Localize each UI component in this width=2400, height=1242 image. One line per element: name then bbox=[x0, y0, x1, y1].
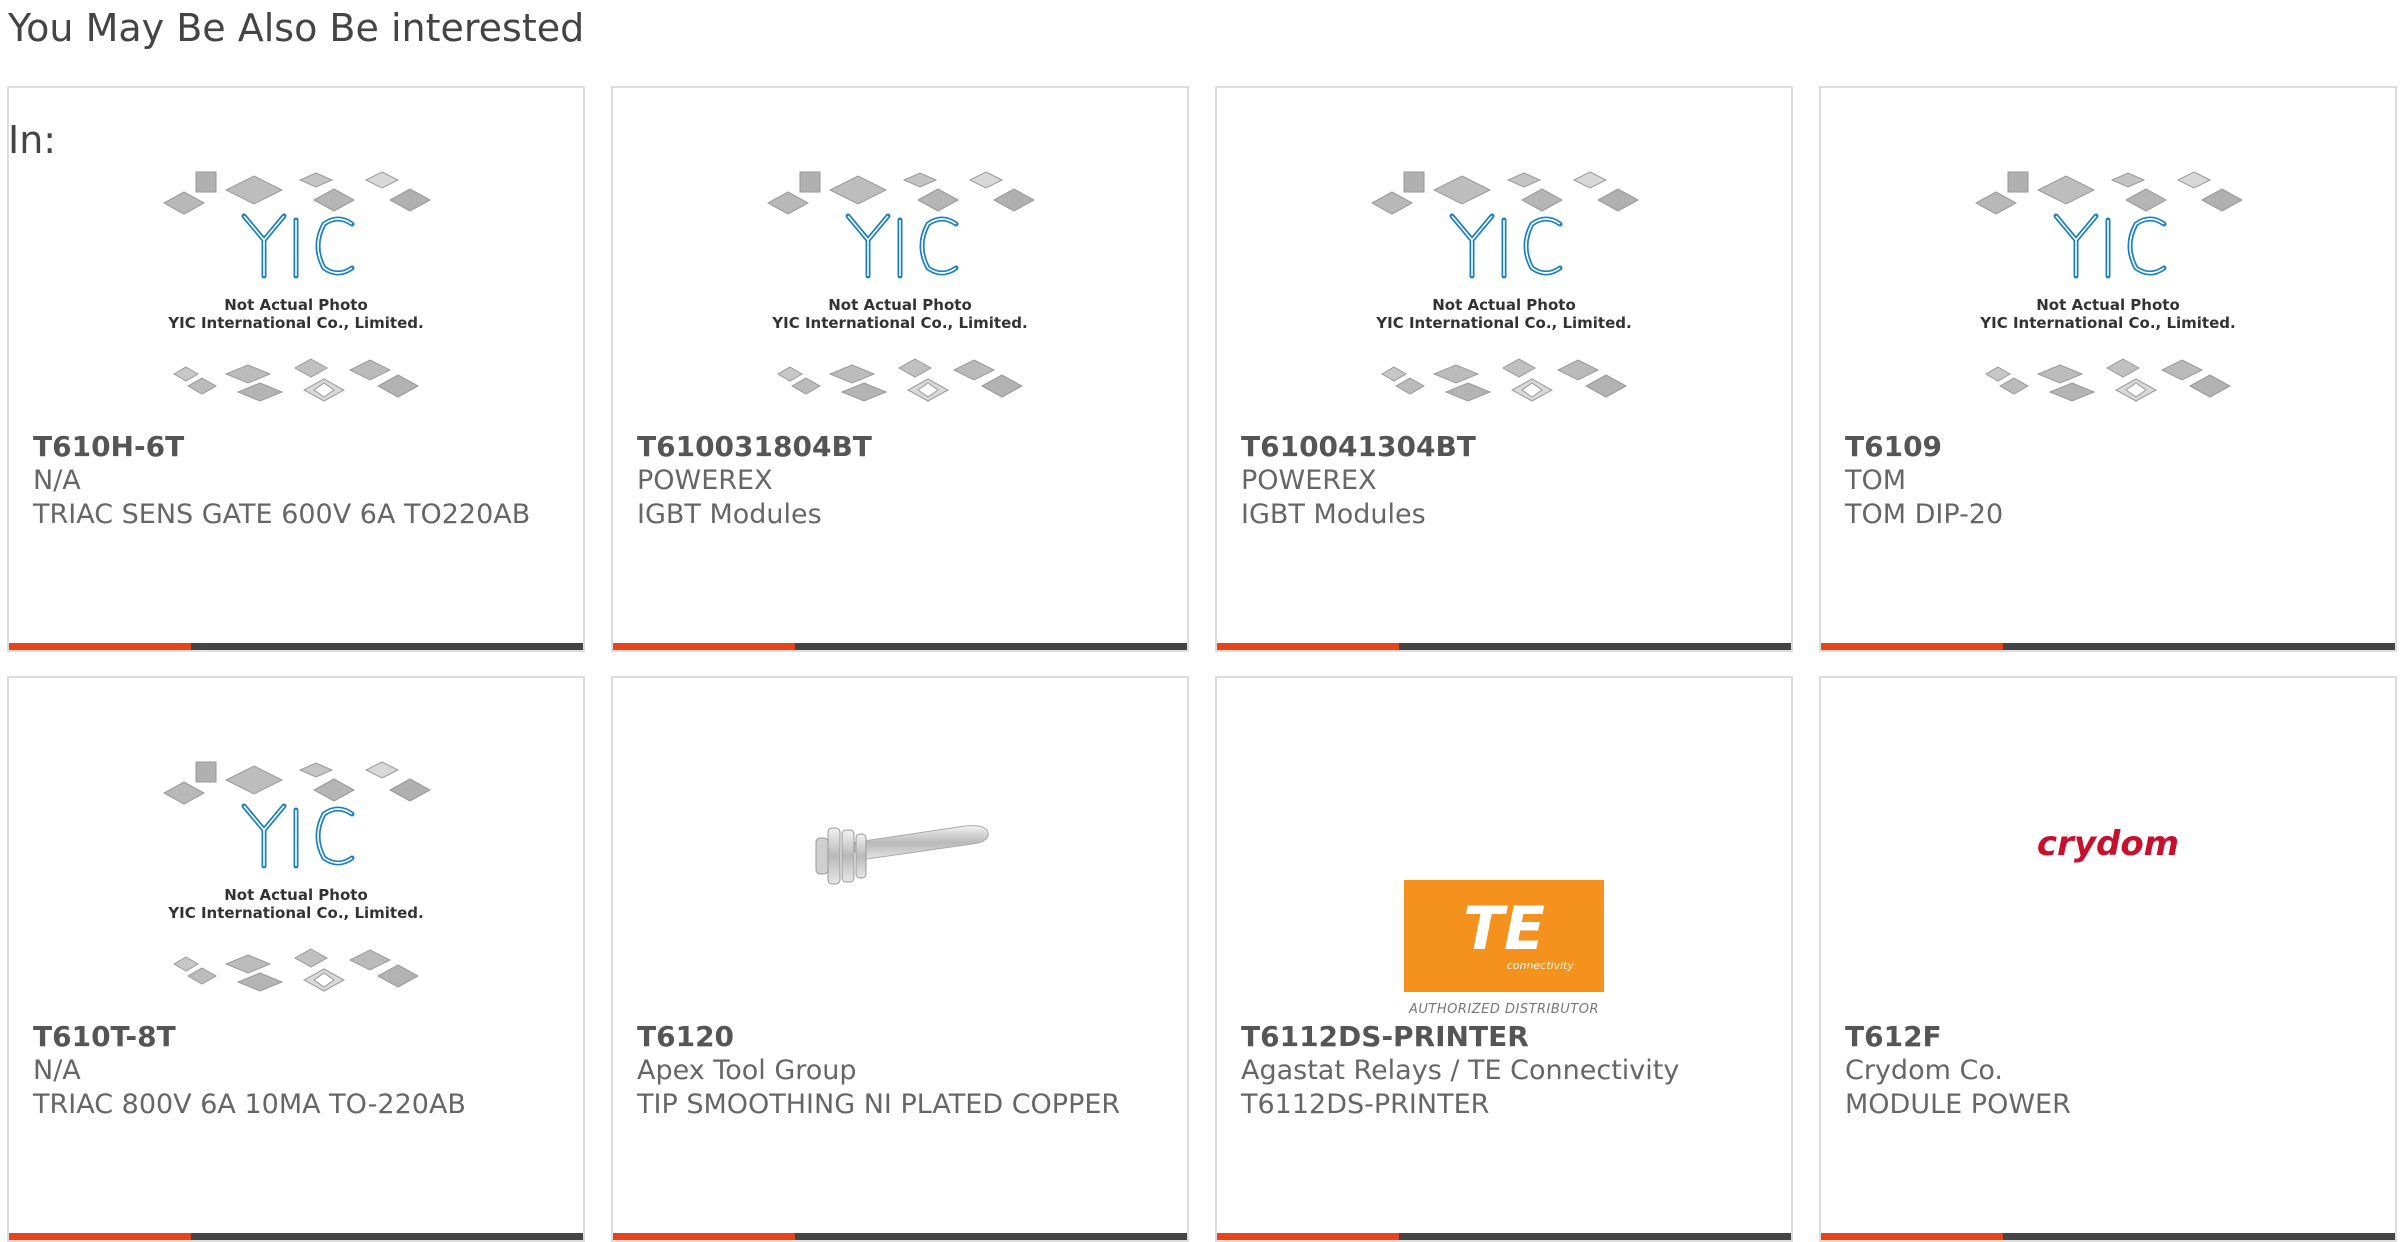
card-bottom-bar bbox=[1217, 643, 1791, 650]
product-card[interactable]: crydom T612F Crydom Co. MODULE POWER bbox=[1819, 676, 2397, 1242]
product-description: MODULE POWER bbox=[1845, 1089, 2071, 1120]
svg-text:Not Actual Photo: Not Actual Photo bbox=[828, 296, 972, 314]
svg-text:Not Actual Photo: Not Actual Photo bbox=[224, 296, 368, 314]
svg-text:YIC International Co., Limited: YIC International Co., Limited. bbox=[1979, 314, 2235, 332]
product-description: IGBT Modules bbox=[1241, 499, 1426, 530]
product-part-number[interactable]: T610T-8T bbox=[33, 1020, 553, 1054]
svg-text:Not Actual Photo: Not Actual Photo bbox=[224, 886, 368, 904]
product-manufacturer: POWEREX bbox=[1241, 465, 1377, 496]
product-grid: Not Actual Photo YIC International Co., L… bbox=[0, 0, 2400, 1242]
svg-text:YIC International Co., Limited: YIC International Co., Limited. bbox=[771, 314, 1027, 332]
product-part-number[interactable]: T6112DS-PRINTER bbox=[1241, 1020, 1761, 1054]
product-manufacturer: N/A bbox=[33, 465, 81, 496]
crydom-logo-icon: crydom bbox=[2036, 824, 2180, 864]
product-manufacturer: Crydom Co. bbox=[1845, 1055, 2003, 1086]
svg-text:YIC International Co., Limited: YIC International Co., Limited. bbox=[167, 314, 423, 332]
yic-placeholder-icon: Not Actual PhotoYIC International Co., L… bbox=[1974, 171, 2244, 402]
svg-text:YIC International Co., Limited: YIC International Co., Limited. bbox=[1375, 314, 1631, 332]
product-description: TIP SMOOTHING NI PLATED COPPER bbox=[637, 1089, 1121, 1120]
svg-text:YIC International Co., Limited: YIC International Co., Limited. bbox=[167, 904, 423, 922]
svg-text:Not Actual Photo: Not Actual Photo bbox=[1432, 296, 1576, 314]
product-card[interactable]: TE connectivity AUTHORIZED DISTRIBUTOR T… bbox=[1215, 676, 1793, 1242]
product-description: T6112DS-PRINTER bbox=[1241, 1089, 1490, 1120]
product-card[interactable]: Not Actual Photo YIC International Co., L… bbox=[611, 86, 1189, 652]
product-description: IGBT Modules bbox=[637, 499, 822, 530]
product-manufacturer: TOM bbox=[1845, 465, 1907, 496]
product-card[interactable]: Not Actual Photo YIC International Co., L… bbox=[1215, 86, 1793, 652]
product-part-number[interactable]: T612F bbox=[1845, 1020, 2365, 1054]
card-bottom-bar bbox=[9, 643, 583, 650]
product-card[interactable]: Not Actual Photo YIC International Co., L… bbox=[1819, 86, 2397, 652]
product-manufacturer: Apex Tool Group bbox=[637, 1055, 857, 1086]
product-part-number[interactable]: T6120 bbox=[637, 1020, 1157, 1054]
product-manufacturer: Agastat Relays / TE Connectivity bbox=[1241, 1055, 1680, 1086]
soldering-tip-icon bbox=[815, 825, 989, 885]
product-card[interactable]: T6120 Apex Tool Group TIP SMOOTHING NI P… bbox=[611, 676, 1189, 1242]
yic-placeholder-icon: Not Actual PhotoYIC International Co., L… bbox=[1370, 171, 1640, 402]
product-part-number[interactable]: T6109 bbox=[1845, 430, 2365, 464]
card-bottom-bar bbox=[9, 1233, 583, 1240]
yic-placeholder-icon: Not Actual PhotoYIC International Co., L… bbox=[162, 761, 432, 992]
yic-placeholder-icon: Not Actual PhotoYIC International Co., L… bbox=[162, 171, 432, 402]
card-bottom-bar bbox=[613, 643, 1187, 650]
product-description: TRIAC SENS GATE 600V 6A TO220AB bbox=[33, 499, 531, 530]
product-manufacturer: POWEREX bbox=[637, 465, 773, 496]
product-card[interactable]: Not Actual Photo YIC International Co., L… bbox=[7, 86, 585, 652]
svg-text:Not Actual Photo: Not Actual Photo bbox=[2036, 296, 2180, 314]
te-authorized-label: AUTHORIZED DISTRIBUTOR bbox=[1408, 1001, 1600, 1017]
product-manufacturer: N/A bbox=[33, 1055, 81, 1086]
section-heading-continuation: In: bbox=[8, 118, 57, 162]
product-part-number[interactable]: T610041304BT bbox=[1241, 430, 1761, 464]
product-description: TRIAC 800V 6A 10MA TO-220AB bbox=[33, 1089, 466, 1120]
card-bottom-bar bbox=[1821, 1233, 2395, 1240]
yic-placeholder-icon: Not Actual PhotoYIC International Co., L… bbox=[766, 171, 1036, 402]
product-part-number[interactable]: T610031804BT bbox=[637, 430, 1157, 464]
product-description: TOM DIP-20 bbox=[1845, 499, 2004, 530]
product-card[interactable]: Not Actual Photo YIC International Co., L… bbox=[7, 676, 585, 1242]
card-bottom-bar bbox=[1821, 643, 2395, 650]
product-part-number[interactable]: T610H-6T bbox=[33, 430, 553, 464]
te-connectivity-logo-icon: TE connectivity bbox=[1404, 879, 1604, 992]
card-bottom-bar bbox=[1217, 1233, 1791, 1240]
card-bottom-bar bbox=[613, 1233, 1187, 1240]
